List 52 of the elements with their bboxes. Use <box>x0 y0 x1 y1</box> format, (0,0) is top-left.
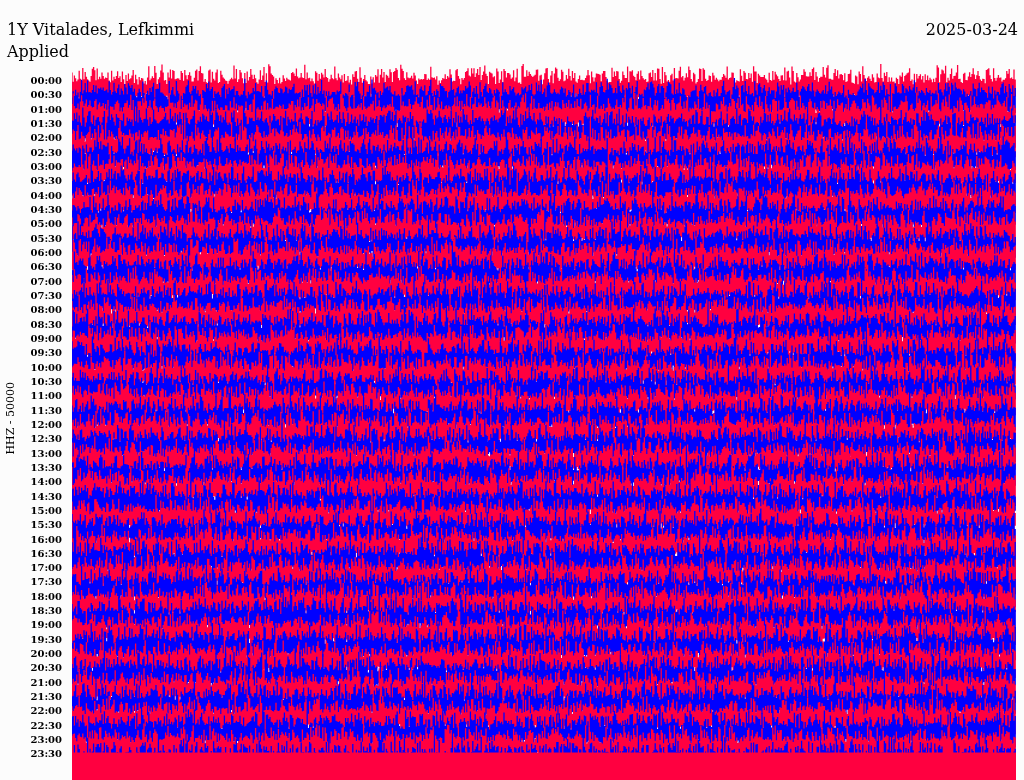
time-label: 23:00 <box>30 733 62 748</box>
time-label: 16:30 <box>30 546 62 561</box>
time-label: 13:30 <box>30 460 62 475</box>
time-label: 05:00 <box>30 217 62 232</box>
applied-label: Applied <box>6 42 70 62</box>
time-label: 12:30 <box>30 432 62 447</box>
time-label: 23:30 <box>30 747 62 762</box>
time-label: 14:00 <box>30 475 62 490</box>
time-label: 11:00 <box>30 389 62 404</box>
time-label: 20:00 <box>30 647 62 662</box>
time-label: 08:00 <box>30 303 62 318</box>
time-label: 09:00 <box>30 331 62 346</box>
time-label: 03:00 <box>30 159 62 174</box>
time-label: 02:30 <box>30 145 62 160</box>
time-label: 17:30 <box>30 575 62 590</box>
time-label: 21:00 <box>30 675 62 690</box>
time-label: 20:30 <box>30 661 62 676</box>
time-label: 01:30 <box>30 117 62 131</box>
time-label: 08:30 <box>30 317 62 332</box>
time-label: 14:30 <box>30 489 62 504</box>
time-label: 06:30 <box>30 260 62 275</box>
time-label: 04:30 <box>30 202 62 217</box>
time-label: 00:30 <box>30 88 62 103</box>
time-label: 10:30 <box>30 374 62 389</box>
time-label: 12:00 <box>30 417 62 432</box>
time-label: 17:00 <box>30 561 62 576</box>
time-label: 02:00 <box>30 131 62 146</box>
time-label: 00:00 <box>30 74 62 88</box>
time-label: 10:00 <box>30 360 62 375</box>
time-label: 03:30 <box>30 174 62 189</box>
time-label: 13:00 <box>30 446 62 461</box>
time-label: 07:00 <box>30 274 62 289</box>
time-label: 22:00 <box>30 704 62 719</box>
time-label: 18:00 <box>30 589 62 604</box>
time-label: 05:30 <box>30 231 62 246</box>
time-label: 22:30 <box>30 718 62 733</box>
time-label: 16:00 <box>30 532 62 547</box>
time-label: 01:00 <box>30 102 62 117</box>
time-label: 18:30 <box>30 604 62 619</box>
time-label: 15:30 <box>30 518 62 533</box>
time-label: 07:30 <box>30 288 62 303</box>
time-label: 19:30 <box>30 632 62 647</box>
time-label: 11:30 <box>30 403 62 418</box>
channel-axis-label: HHZ - 50000 <box>3 381 17 455</box>
time-label: 15:00 <box>30 503 62 518</box>
time-label: 06:00 <box>30 245 62 260</box>
time-label: 19:00 <box>30 618 62 633</box>
station-title: 1Y Vitalades, Lefkimmi <box>7 20 195 41</box>
time-label: 04:00 <box>30 188 62 203</box>
date-label: 2025-03-24 <box>925 20 1018 41</box>
time-label: 09:30 <box>30 346 62 361</box>
time-label: 21:30 <box>30 690 62 705</box>
